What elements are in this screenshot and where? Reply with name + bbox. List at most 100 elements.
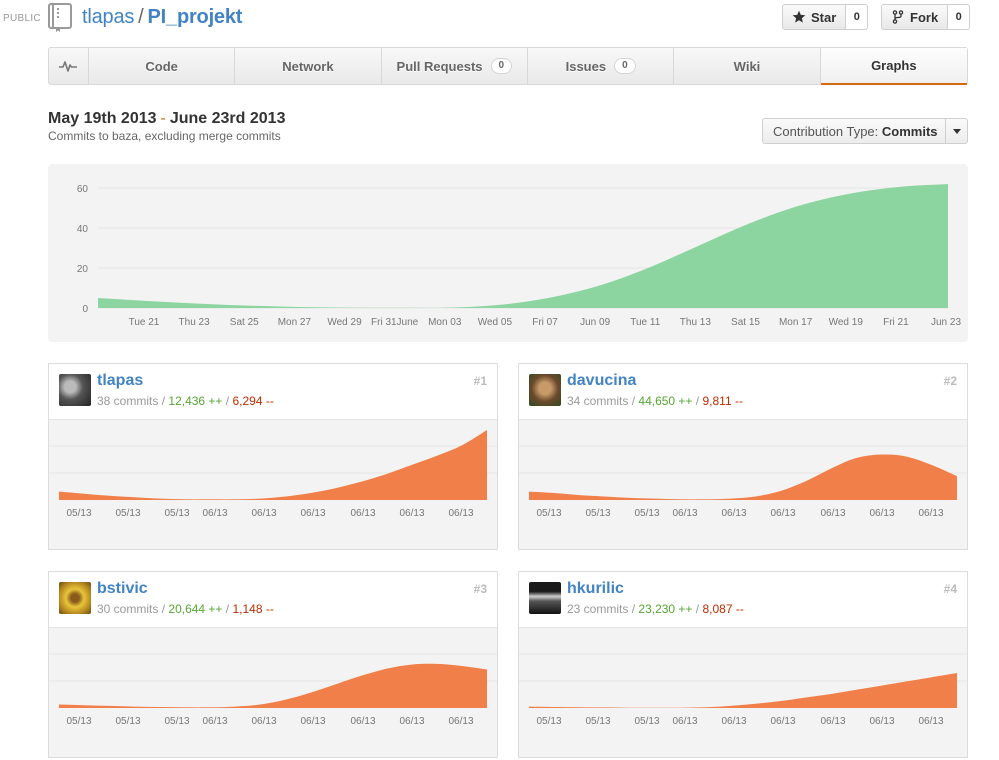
contributor-name-link[interactable]: davucina (567, 372, 636, 390)
deletions-count: 8,087 -- (702, 602, 744, 616)
stats-separator: / (225, 394, 230, 408)
x-tick-label: 06/13 (350, 508, 375, 519)
contributor-name-link[interactable]: tlapas (97, 372, 143, 390)
x-tick-label: 06/13 (770, 508, 795, 519)
avatar[interactable] (529, 582, 561, 614)
contribution-type-text: Contribution Type: Commits (763, 124, 945, 139)
y-tick-label: 0 (82, 304, 88, 315)
repo-owner-link[interactable]: tlapas (82, 6, 134, 28)
tab-wiki-label: Wiki (733, 58, 761, 74)
commits-area (98, 184, 948, 308)
x-tick-label: 06/13 (918, 508, 943, 519)
x-tick-label: 06/13 (770, 716, 795, 727)
x-tick-label: Thu 23 (179, 317, 211, 328)
star-button[interactable]: Star (782, 4, 847, 30)
x-tick-label: 06/13 (350, 716, 375, 727)
x-tick-label: Wed 19 (829, 317, 864, 328)
x-tick-label: Tue 11 (630, 317, 660, 328)
x-tick-label: Fri 31June (371, 317, 419, 328)
contributor-card: davucina 34 commits / 44,650 ++ / 9,811 … (518, 363, 968, 550)
tab-issues-label: Issues (565, 58, 607, 74)
star-icon (792, 10, 806, 23)
repo-title: tlapas / PI_projekt (82, 6, 242, 29)
x-tick-label: 05/13 (164, 508, 189, 519)
commit-count: 23 commits (567, 602, 629, 616)
tab-wiki[interactable]: Wiki (674, 48, 821, 84)
x-tick-label: Jun 23 (931, 317, 961, 328)
star-count[interactable]: 0 (846, 4, 869, 30)
contributor-rank: #4 (943, 582, 957, 596)
stats-separator: / (631, 602, 636, 616)
contributor-rank: #3 (473, 582, 487, 596)
avatar[interactable] (59, 374, 91, 406)
x-tick-label: 06/13 (721, 508, 746, 519)
avatar[interactable] (529, 374, 561, 406)
contributor-name-link[interactable]: bstivic (97, 580, 148, 598)
contributor-commits-area (59, 430, 487, 500)
y-tick-label: 40 (77, 224, 89, 235)
contribution-type-label: Contribution Type: (773, 123, 879, 139)
x-tick-label: 06/13 (820, 508, 845, 519)
contributor-name-link[interactable]: hkurilic (567, 580, 624, 598)
x-tick-label: 06/13 (202, 716, 227, 727)
avatar[interactable] (59, 582, 91, 614)
x-tick-label: 05/13 (536, 508, 561, 519)
x-tick-label: Wed 05 (478, 317, 513, 328)
x-tick-label: 06/13 (918, 716, 943, 727)
date-range-title: May 19th 2013- June 23rd 2013 (48, 110, 285, 128)
tab-issues[interactable]: Issues 0 (528, 48, 675, 84)
x-tick-label: 05/13 (115, 716, 140, 727)
repo-nav-tabs: Code Network Pull Requests 0 Issues 0 Wiki… (48, 47, 968, 85)
x-tick-label: 06/13 (300, 716, 325, 727)
stats-separator: / (631, 394, 636, 408)
contribution-type-select[interactable]: Contribution Type: Commits (762, 118, 968, 144)
contributor-rank: #2 (943, 374, 957, 388)
repo-icon (48, 3, 72, 32)
fork-count[interactable]: 0 (948, 4, 971, 30)
contribution-type-value: Commits (881, 123, 938, 139)
main-commits-chart-svg: 0 20 40 60 Tue 21 Thu 23 Sat 25 Mon 27 Wed 29 Fri… (77, 184, 961, 328)
tab-network[interactable]: Network (235, 48, 382, 84)
tab-network-label: Network (282, 58, 334, 74)
additions-count: 23,230 ++ (638, 602, 693, 616)
fork-button[interactable]: Fork (881, 4, 949, 30)
tab-graphs[interactable]: Graphs (820, 48, 967, 85)
x-tick-label: 05/13 (634, 716, 659, 727)
fork-icon (892, 10, 904, 24)
range-end: June 23rd 2013 (169, 110, 286, 127)
pulse-icon (59, 61, 78, 72)
repo-title-separator: / (138, 6, 144, 28)
contributor-chart: 05/13 05/13 05/13 06/13 06/13 06/13 06/13 06/13… (49, 627, 497, 757)
x-tick-label: Fri 07 (532, 317, 558, 328)
range-dash: - (160, 110, 166, 127)
x-tick-label: 06/13 (672, 508, 697, 519)
repo-name-link[interactable]: PI_projekt (148, 6, 243, 28)
x-tick-label: 05/13 (66, 716, 91, 727)
x-tick-label: 06/13 (448, 508, 473, 519)
x-tick-label: Mon 27 (278, 317, 312, 328)
x-tick-label: 05/13 (634, 508, 659, 519)
contributor-chart-svg: 05/13 05/13 05/13 06/13 06/13 06/13 06/13 06/13… (519, 445, 967, 519)
x-tick-label: Mon 17 (779, 317, 813, 328)
contributor-card: bstivic 30 commits / 20,644 ++ / 1,148 -… (48, 571, 498, 758)
main-commits-chart: 0 20 40 60 Tue 21 Thu 23 Sat 25 Mon 27 Wed 29 Fri… (48, 164, 968, 342)
x-tick-label: Fri 21 (883, 317, 909, 328)
x-tick-label: 05/13 (115, 508, 140, 519)
x-tick-label: 06/13 (448, 716, 473, 727)
tab-code-label: Code (145, 58, 178, 74)
stats-separator: / (161, 394, 166, 408)
issues-count: 0 (614, 58, 636, 74)
x-tick-label: 05/13 (585, 508, 610, 519)
chevron-down-icon (945, 119, 967, 143)
additions-count: 12,436 ++ (168, 394, 223, 408)
contributor-chart-svg: 05/13 05/13 05/13 06/13 06/13 06/13 06/13 06/13… (49, 430, 497, 519)
tab-pulse[interactable] (49, 48, 89, 84)
x-tick-label: 05/13 (66, 508, 91, 519)
tab-pull-requests[interactable]: Pull Requests 0 (382, 48, 528, 84)
y-tick-label: 20 (77, 264, 89, 275)
tab-code[interactable]: Code (89, 48, 236, 84)
x-tick-label: 06/13 (202, 508, 227, 519)
contributor-chart-svg: 05/13 05/13 05/13 06/13 06/13 06/13 06/13 06/13… (519, 653, 967, 727)
star-button-label: Star (811, 9, 837, 25)
contributor-stats: 30 commits / 20,644 ++ / 1,148 -- (97, 602, 274, 616)
